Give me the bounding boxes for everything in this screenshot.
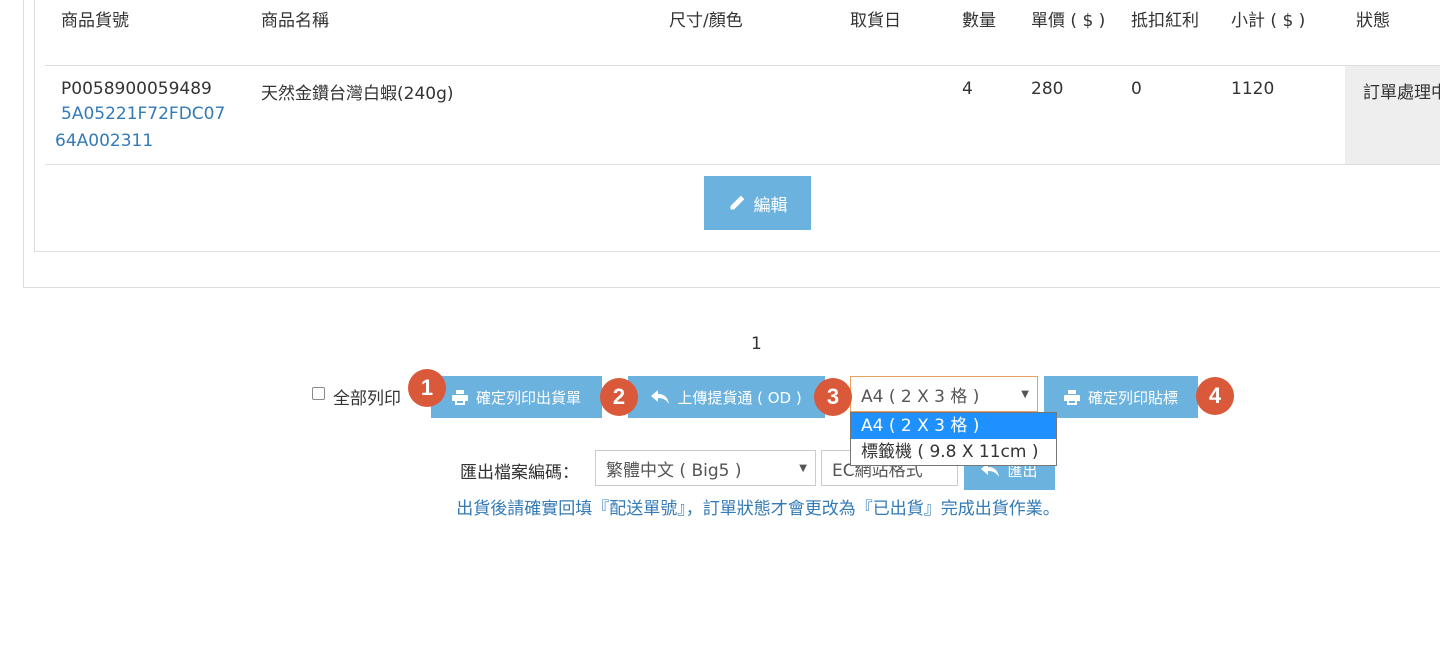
confirm-print-shipping-button[interactable]: 確定列印出貨單 [431, 376, 602, 418]
pencil-icon [729, 195, 744, 210]
confirm-print-shipping-label: 確定列印出貨單 [475, 388, 581, 407]
row-divider [45, 164, 1440, 165]
label-format-select[interactable]: A4 ( 2 X 3 格 ) ▼ [850, 376, 1038, 412]
header-unit-price: 單價 ( $ ) [1031, 11, 1106, 31]
confirm-print-labels-button[interactable]: 確定列印貼標 [1044, 376, 1198, 418]
cell-quantity: 4 [962, 79, 973, 99]
print-all-checkbox[interactable] [312, 387, 325, 400]
reply-icon [651, 389, 670, 404]
header-product-name: 商品名稱 [261, 11, 329, 31]
confirm-print-labels-label: 確定列印貼標 [1087, 388, 1178, 407]
header-status: 狀態 [1356, 11, 1390, 31]
label-format-selected: A4 ( 2 X 3 格 ) [861, 386, 980, 407]
chevron-down-icon: ▼ [799, 463, 807, 474]
step-badge-4: 4 [1196, 377, 1234, 415]
header-product-no: 商品貨號 [61, 11, 129, 31]
cell-unit-price: 280 [1031, 79, 1064, 99]
upload-tracking-button[interactable]: 上傳提貨通 ( OD ) [628, 376, 825, 418]
label-format-option-label-printer[interactable]: 標籤機 ( 9.8 X 11cm ) [851, 439, 1056, 465]
step-badge-1: 1 [408, 369, 446, 407]
product-code-link-line2[interactable]: 64A002311 [55, 131, 153, 151]
header-divider [45, 65, 1440, 66]
print-all-label: 全部列印 [333, 389, 401, 409]
header-subtotal: 小計 ( $ ) [1231, 11, 1306, 31]
printer-icon [451, 389, 468, 405]
page-number[interactable]: 1 [751, 334, 762, 354]
edit-button[interactable]: 編輯 [704, 176, 811, 230]
step-badge-3: 3 [814, 378, 852, 416]
cell-product-no: P0058900059489 [61, 79, 212, 99]
cell-product-name: 天然金鑽台灣白蝦(240g) [261, 84, 454, 104]
status-text: 訂單處理中 [1363, 83, 1440, 103]
header-quantity: 數量 [962, 11, 996, 31]
header-size-color: 尺寸/顏色 [669, 11, 743, 31]
cell-status: 訂單處理中 [1345, 66, 1440, 164]
product-code-link-line1[interactable]: 5A05221F72FDC07 [61, 104, 225, 124]
step-badge-2: 2 [600, 378, 638, 416]
encoding-select[interactable]: 繁體中文 ( Big5 ) ▼ [595, 450, 816, 486]
label-format-option-a4[interactable]: A4 ( 2 X 3 格 ) [851, 413, 1056, 439]
cell-bonus-deduct: 0 [1131, 79, 1142, 99]
export-encoding-label: 匯出檔案編碼： [460, 463, 579, 483]
edit-button-label: 編輯 [753, 195, 788, 216]
shipping-notice: 出貨後請確實回填『配送單號』，訂單狀態才會更改為『已出貨』完成出貨作業。 [456, 499, 1060, 519]
cell-subtotal: 1120 [1231, 79, 1275, 99]
printer-icon [1063, 389, 1080, 405]
label-format-dropdown: A4 ( 2 X 3 格 ) 標籤機 ( 9.8 X 11cm ) [850, 412, 1057, 466]
header-pickup-date: 取貨日 [850, 11, 901, 31]
chevron-down-icon: ▼ [1021, 389, 1029, 400]
header-bonus-deduct: 抵扣紅利 [1131, 11, 1199, 31]
encoding-selected: 繁體中文 ( Big5 ) [606, 460, 742, 481]
upload-tracking-label: 上傳提貨通 ( OD ) [677, 388, 802, 407]
